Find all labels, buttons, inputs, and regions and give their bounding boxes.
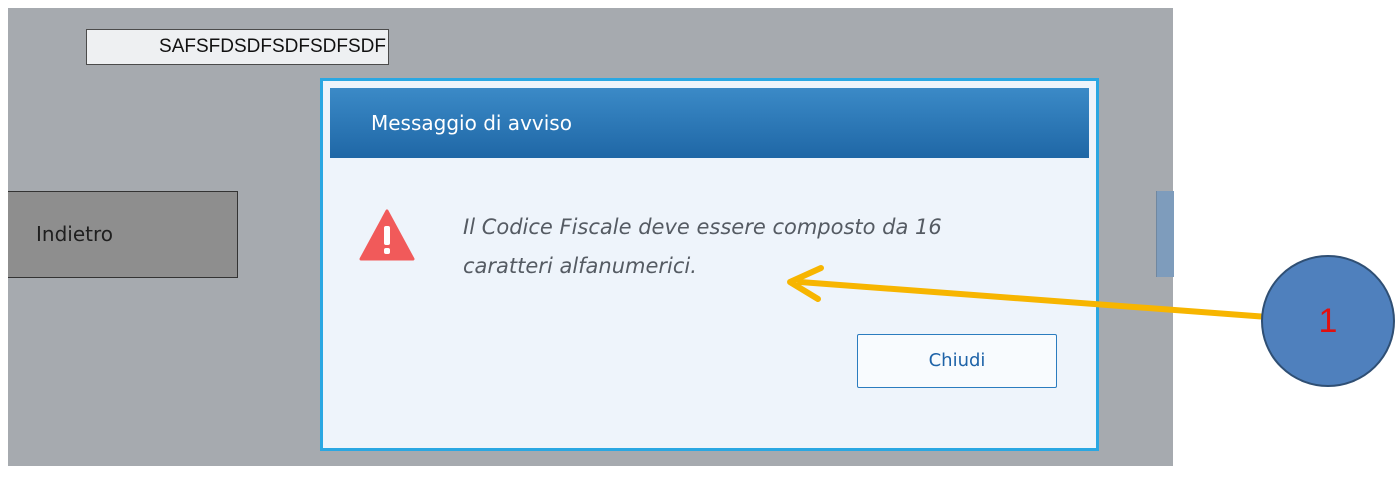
back-button-label: Indietro [36, 222, 113, 246]
codice-fiscale-input[interactable]: SAFSFDSDFSDFSDFSDF [86, 29, 389, 65]
close-button[interactable]: Chiudi [857, 334, 1057, 388]
warning-dialog: Messaggio di avviso Il Codice Fiscale de… [320, 78, 1099, 451]
partial-button[interactable] [1156, 191, 1174, 277]
callout-number: 1 [1318, 302, 1338, 340]
dialog-message-line-1: Il Codice Fiscale deve essere composto d… [463, 215, 942, 239]
dialog-message-line-2: caratteri alfanumerici. [463, 254, 697, 278]
dialog-title: Messaggio di avviso [371, 111, 572, 135]
dialog-message: Il Codice Fiscale deve essere composto d… [463, 208, 1063, 286]
back-button[interactable]: Indietro [8, 191, 238, 278]
close-button-label: Chiudi [928, 350, 986, 371]
dialog-title-bar: Messaggio di avviso [330, 88, 1089, 158]
warning-icon [359, 209, 415, 261]
